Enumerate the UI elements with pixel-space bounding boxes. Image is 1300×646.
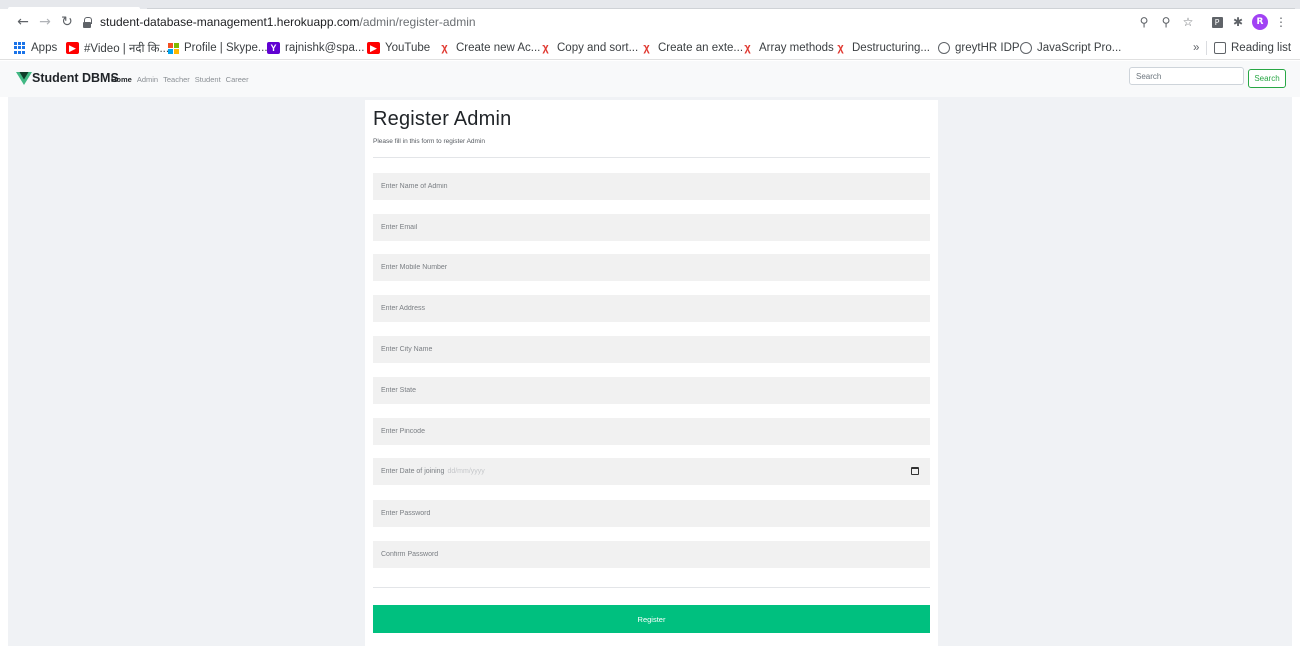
brand-name: Student DBMS [32,71,119,85]
nav-link-student[interactable]: Student [195,75,221,84]
bookmark-item[interactable]: ▶ #Video | नदी कि... [66,39,169,57]
menu-kebab-icon[interactable]: ⋮ [1274,13,1288,31]
browser-toolbar: ← → ↻ student-database-management1.herok… [0,9,1300,36]
date-of-joining-label: Enter Date of joining [381,468,445,475]
bookmark-item[interactable]: JavaScript Pro... [1020,39,1121,57]
bookmark-item[interactable]: χ Array methods [741,39,834,57]
reading-list-button[interactable]: Reading list [1214,39,1291,57]
bookmark-label: JavaScript Pro... [1037,42,1122,54]
date-of-joining-input[interactable]: Enter Date of joining dd/mm/yyyy [373,458,930,485]
bookmarks-bar: Apps ▶ #Video | नदी कि... Profile | Skyp… [0,36,1300,60]
youtube-icon: ▶ [367,42,380,54]
vue-icon: χ [542,42,549,54]
reload-icon[interactable]: ↻ [58,13,76,31]
admin-name-input[interactable] [373,173,930,200]
address-input[interactable] [373,295,930,322]
bookmarks-overflow-button[interactable]: » [1193,39,1199,57]
pincode-input[interactable] [373,418,930,445]
bookmark-apps[interactable]: Apps [14,39,57,57]
mobile-number-input[interactable] [373,254,930,281]
form-subtitle: Please fill in this form to register Adm… [373,138,485,145]
bookmark-label: Array methods [759,42,834,54]
vue-icon: χ [643,42,650,54]
profile-avatar[interactable]: R [1252,13,1268,31]
nav-link-admin[interactable]: Admin [137,75,158,84]
reading-list-icon [1214,42,1226,54]
bookmark-label: Profile | Skype... [184,42,268,54]
vue-icon: χ [837,42,844,54]
bookmark-label: Create new Ac... [456,42,541,54]
bookmark-item[interactable]: χ Create new Ac... [438,39,540,57]
vue-icon: χ [744,42,751,54]
bookmark-label: Create an exte... [658,42,744,54]
state-input[interactable] [373,377,930,404]
bookmark-label: rajnishk@spa... [285,42,365,54]
confirm-password-input[interactable] [373,541,930,568]
apps-grid-icon [14,42,26,54]
bookmark-label: Apps [31,42,58,54]
bookmark-star-icon[interactable]: ☆ [1180,13,1196,31]
register-button[interactable]: Register [373,605,930,633]
nav-links: Home Admin Teacher Student Career [111,75,249,84]
nav-link-home[interactable]: Home [111,75,132,84]
url-path: /admin/register-admin [359,15,476,29]
bookmarks-divider [1206,41,1207,55]
key-icon[interactable]: ⚲ [1136,13,1152,31]
vue-logo-icon [16,71,32,85]
date-format-hint: dd/mm/yyyy [447,468,485,475]
bookmark-label: YouTube [385,42,431,54]
register-admin-form: Register Admin Please fill in this form … [365,100,938,646]
vue-icon: χ [441,42,448,54]
zoom-icon[interactable]: ⚲ [1158,13,1174,31]
page-title: Register Admin [373,108,512,130]
bookmark-item[interactable]: greytHR IDP [938,39,1020,57]
lock-icon [82,16,92,28]
profile-initial: R [1252,14,1268,30]
nav-link-career[interactable]: Career [226,75,249,84]
yahoo-icon: Y [267,42,280,54]
bookmark-label: greytHR IDP [955,42,1020,54]
url-host: student-database-management1.herokuapp.c… [100,15,360,29]
bookmark-item[interactable]: Profile | Skype... [168,39,268,57]
brand-logo[interactable]: Student DBMS [16,71,119,85]
form-divider-bottom [373,587,930,588]
password-input[interactable] [373,500,930,527]
email-input[interactable] [373,214,930,241]
back-icon[interactable]: ← [14,13,32,31]
nav-link-teacher[interactable]: Teacher [163,75,190,84]
forward-icon[interactable]: → [36,13,54,31]
reading-list-label: Reading list [1231,42,1292,54]
bookmark-label: Destructuring... [852,42,930,54]
extension-p-icon[interactable]: P [1209,13,1225,31]
bookmark-item[interactable]: χ Create an exte... [640,39,743,57]
globe-icon [938,42,950,54]
bookmark-item[interactable]: ▶ YouTube [367,39,430,57]
bookmark-item[interactable]: Y rajnishk@spa... [267,39,364,57]
address-bar[interactable]: student-database-management1.herokuapp.c… [82,11,1132,33]
navbar-search-button[interactable]: Search [1248,69,1286,88]
bookmark-label: Copy and sort... [557,42,639,54]
city-name-input[interactable] [373,336,930,363]
bookmark-label: #Video | नदी कि... [84,42,170,55]
microsoft-icon [168,42,179,54]
bookmark-item[interactable]: χ Destructuring... [834,39,930,57]
calendar-icon[interactable] [911,467,919,475]
tab-strip [0,0,1300,9]
globe-icon [1020,42,1032,54]
youtube-icon: ▶ [66,42,79,54]
form-divider-top [373,157,930,158]
bookmark-item[interactable]: χ Copy and sort... [539,39,638,57]
navbar-search-input[interactable] [1129,67,1244,85]
app-navbar: Student DBMS Home Admin Teacher Student … [0,61,1300,97]
extensions-puzzle-icon[interactable]: ✱ [1230,13,1246,31]
